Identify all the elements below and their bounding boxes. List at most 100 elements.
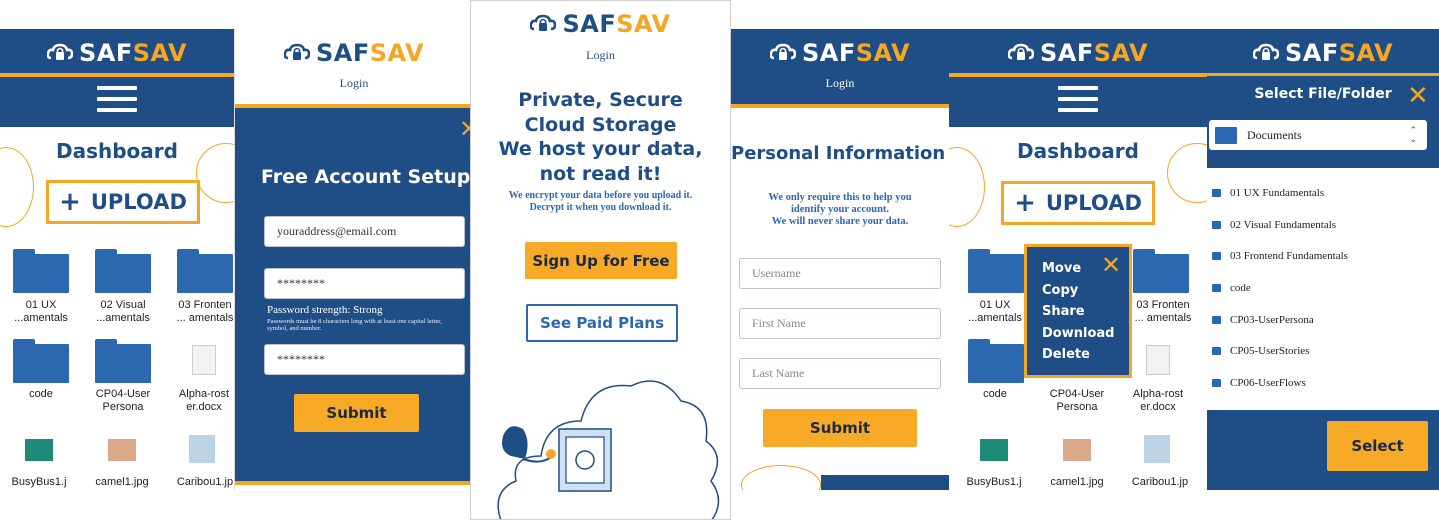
brand-logo[interactable]: SAFSAV: [731, 39, 949, 67]
dialog-footer: Select: [1207, 410, 1439, 490]
file-label: 03 Fronten ... amentals: [176, 299, 234, 324]
bottom-decoration: [741, 465, 821, 490]
select-folder-screen: SAFSAV Select File/Folder ✕ Documents ⌃ ⌄…: [1207, 29, 1439, 490]
plus-icon: +: [1014, 188, 1036, 218]
folder-icon: [1212, 347, 1221, 355]
app-header: SAFSAV: [0, 29, 234, 127]
email-field[interactable]: youraddress@email.com: [264, 216, 465, 247]
folder-icon: [1215, 126, 1237, 144]
folder-icon[interactable]: [177, 249, 233, 293]
login-link[interactable]: Login: [235, 76, 472, 91]
folder-icon[interactable]: [95, 339, 151, 383]
cloud-safe-illustration: [497, 380, 720, 519]
file-label: code: [29, 388, 53, 400]
select-button[interactable]: Select: [1327, 421, 1428, 471]
image-thumbnail[interactable]: [108, 439, 136, 461]
document-icon[interactable]: [192, 345, 216, 375]
file-label: Caribou1.jp: [1131, 476, 1189, 488]
folder-icon[interactable]: [13, 249, 69, 293]
cloud-lock-icon: [46, 43, 73, 62]
menu-icon[interactable]: [97, 86, 137, 112]
brand-logo[interactable]: SAFSAV: [0, 39, 234, 67]
image-thumbnail[interactable]: [980, 439, 1008, 461]
folder-icon[interactable]: [1133, 249, 1189, 293]
personal-info-screen: SAFSAV Login Personal Information We onl…: [731, 29, 949, 490]
image-thumbnail[interactable]: [1144, 435, 1170, 463]
folder-icon[interactable]: [968, 339, 1024, 383]
close-icon[interactable]: ✕: [1101, 250, 1121, 280]
list-item[interactable]: 03 Frontend Fundamentals: [1212, 250, 1348, 262]
folder-select[interactable]: Documents ⌃ ⌄: [1209, 120, 1427, 150]
cloud-lock-icon: [283, 43, 310, 62]
submit-button[interactable]: Submit: [763, 409, 917, 447]
folder-icon[interactable]: [95, 249, 151, 293]
context-share[interactable]: Share: [1042, 301, 1129, 323]
context-menu: ✕ Move Copy Share Download Delete: [1024, 244, 1132, 378]
landing-screen: SAFSAV Login Private, Secure Cloud Stora…: [470, 0, 731, 520]
file-label: code: [983, 388, 1007, 400]
password-hint: Passwords must be 8 characters long with…: [267, 318, 442, 332]
password-field[interactable]: ********: [264, 268, 465, 299]
list-item[interactable]: 01 UX Fundamentals: [1212, 187, 1324, 199]
file-label: Alpha-rost er.docx: [1132, 388, 1184, 413]
submit-button[interactable]: Submit: [294, 394, 419, 432]
folder-icon: [1212, 221, 1221, 229]
list-item[interactable]: CP06-UserFlows: [1212, 377, 1306, 389]
chevron-updown-icon: ⌃ ⌄: [1409, 125, 1417, 144]
file-label: CP04-User Persona: [95, 388, 151, 413]
context-download[interactable]: Download: [1042, 323, 1129, 345]
setup-heading: Free Account Setup: [261, 166, 471, 188]
list-item[interactable]: CP03-UserPersona: [1212, 314, 1314, 326]
image-thumbnail[interactable]: [25, 439, 53, 461]
dashboard-context-screen: SAFSAV Dashboard + UPLOAD 01 UX ...amenta…: [949, 29, 1207, 490]
file-label: BusyBus1.j: [11, 476, 67, 488]
image-thumbnail[interactable]: [1063, 439, 1091, 461]
list-item[interactable]: CP05-UserStories: [1212, 345, 1309, 357]
privacy-note: We only require this to help you identif…: [768, 192, 912, 227]
upload-button[interactable]: + UPLOAD: [1001, 181, 1155, 225]
dashboard-screen: SAFSAV Dashboard + UPLOAD 01 UX ...amenta…: [0, 29, 234, 490]
brand-logo[interactable]: SAFSAV: [235, 39, 472, 67]
page-title: Dashboard: [1017, 139, 1139, 163]
close-icon[interactable]: ✕: [1407, 81, 1429, 111]
list-item[interactable]: 02 Visual Fundamentals: [1212, 219, 1336, 231]
brand-logo[interactable]: SAFSAV: [1207, 39, 1439, 67]
document-icon[interactable]: [1146, 345, 1170, 375]
folder-icon[interactable]: [13, 339, 69, 383]
folder-icon: [1212, 189, 1221, 197]
folder-icon: [1212, 379, 1221, 387]
file-label: Alpha-rost er.docx: [178, 388, 230, 413]
page-title: Dashboard: [56, 139, 178, 163]
list-item[interactable]: code: [1212, 282, 1251, 294]
plus-icon: +: [59, 187, 81, 217]
login-link[interactable]: Login: [731, 76, 949, 91]
last-name-field[interactable]: Last Name: [739, 358, 941, 389]
menu-icon[interactable]: [1058, 86, 1098, 112]
file-label: 02 Visual ...amentals: [96, 299, 150, 324]
file-label: CP04-User Persona: [1049, 388, 1105, 413]
context-delete[interactable]: Delete: [1042, 344, 1129, 366]
folder-icon[interactable]: [968, 249, 1024, 293]
signup-button[interactable]: Sign Up for Free: [525, 242, 677, 279]
context-copy[interactable]: Copy: [1042, 280, 1129, 302]
account-setup-screen: SAFSAV Login ✕ Free Account Setup yourad…: [234, 29, 472, 490]
image-thumbnail[interactable]: [189, 435, 215, 463]
cloud-lock-icon: [1252, 43, 1279, 62]
confirm-password-field[interactable]: ********: [264, 344, 465, 375]
file-label: 01 UX ...amentals: [14, 299, 68, 324]
file-label: 03 Fronten ... amentals: [1134, 299, 1192, 324]
folder-icon: [1212, 284, 1221, 292]
file-label: 01 UX ...amentals: [968, 299, 1022, 324]
brand-logo[interactable]: SAFSAV: [471, 10, 730, 38]
file-label: BusyBus1.j: [966, 476, 1022, 488]
cloud-lock-icon: [530, 14, 557, 33]
upload-button[interactable]: + UPLOAD: [46, 180, 200, 224]
brand-logo[interactable]: SAFSAV: [949, 39, 1207, 67]
dialog-title: Select File/Folder: [1254, 86, 1392, 102]
first-name-field[interactable]: First Name: [739, 308, 941, 339]
login-link[interactable]: Login: [471, 48, 730, 63]
see-paid-plans-button[interactable]: See Paid Plans: [526, 304, 678, 342]
username-field[interactable]: Username: [739, 258, 941, 289]
file-label: Caribou1.jp: [176, 476, 234, 488]
file-label: camel1.jpg: [95, 476, 149, 488]
